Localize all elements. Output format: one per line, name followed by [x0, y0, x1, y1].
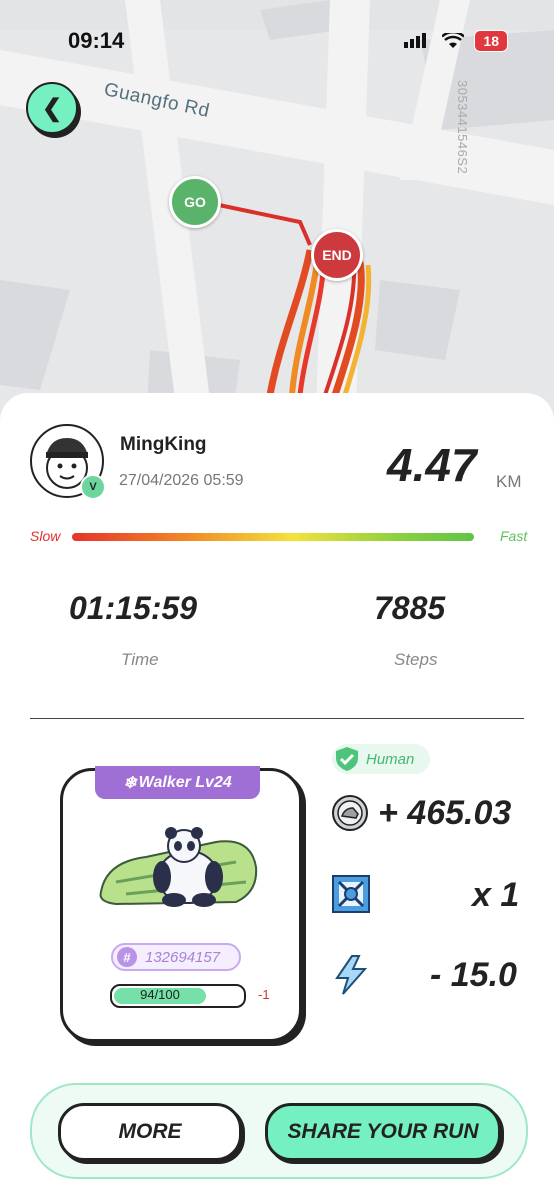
map-background: [0, 0, 554, 440]
distance-value: 4.47: [387, 439, 477, 491]
status-icons: 18: [404, 30, 508, 52]
sneaker-level-tab: ❄ Walker Lv24: [95, 766, 260, 799]
distance-unit: KM: [496, 472, 522, 491]
speed-gradient-bar: [72, 533, 474, 541]
mystery-box-icon: [332, 875, 370, 913]
chevron-left-icon: ❮: [41, 94, 63, 122]
wifi-icon: [442, 33, 465, 48]
verified-badge-icon: V: [80, 474, 106, 500]
sneaker-id: 132694157: [145, 948, 221, 966]
gst-earned: + 465.03: [378, 794, 512, 832]
end-marker: END: [311, 229, 363, 281]
durability-bar: 94/100: [110, 984, 246, 1008]
human-badge-label: Human: [366, 750, 415, 768]
cellular-signal-icon: [404, 33, 427, 48]
footprint-icon: ❄: [123, 774, 137, 792]
steps-label: Steps: [394, 650, 438, 669]
energy-spent: - 15.0: [430, 956, 517, 994]
steps-value: 7885: [374, 590, 446, 626]
speed-slow-label: Slow: [30, 528, 61, 544]
time-label: Time: [121, 650, 159, 669]
sneaker-image: [99, 827, 258, 907]
back-button[interactable]: ❮: [26, 82, 78, 134]
run-datetime: 27/04/2026 05:59: [119, 472, 244, 489]
speed-fast-label: Fast: [500, 528, 528, 544]
battery-indicator: 18: [474, 30, 508, 52]
start-marker: GO: [169, 176, 221, 228]
shield-check-icon: [336, 747, 358, 771]
durability-delta: -1: [258, 987, 270, 1002]
time-value: 01:15:59: [69, 590, 198, 626]
sneaker-level-label: Walker Lv24: [138, 773, 232, 791]
section-divider: [30, 718, 524, 719]
durability-text: 94/100: [140, 987, 180, 1002]
gst-token-icon: [332, 795, 368, 831]
share-run-button[interactable]: SHARE YOUR RUN: [265, 1103, 501, 1161]
status-time: 09:14: [68, 28, 125, 53]
mystery-box-count: x 1: [472, 876, 520, 914]
username: MingKing: [120, 434, 207, 455]
energy-bolt-icon: [335, 955, 368, 995]
more-button[interactable]: MORE: [58, 1103, 242, 1161]
hash-icon: #: [117, 947, 137, 967]
sneaker-id-pill: # 132694157: [111, 943, 241, 971]
route-map[interactable]: Guangfo Rd 3053441546S2 GO END: [0, 0, 554, 440]
map-id: 3053441546S2: [455, 80, 470, 175]
human-badge: Human: [332, 744, 430, 774]
